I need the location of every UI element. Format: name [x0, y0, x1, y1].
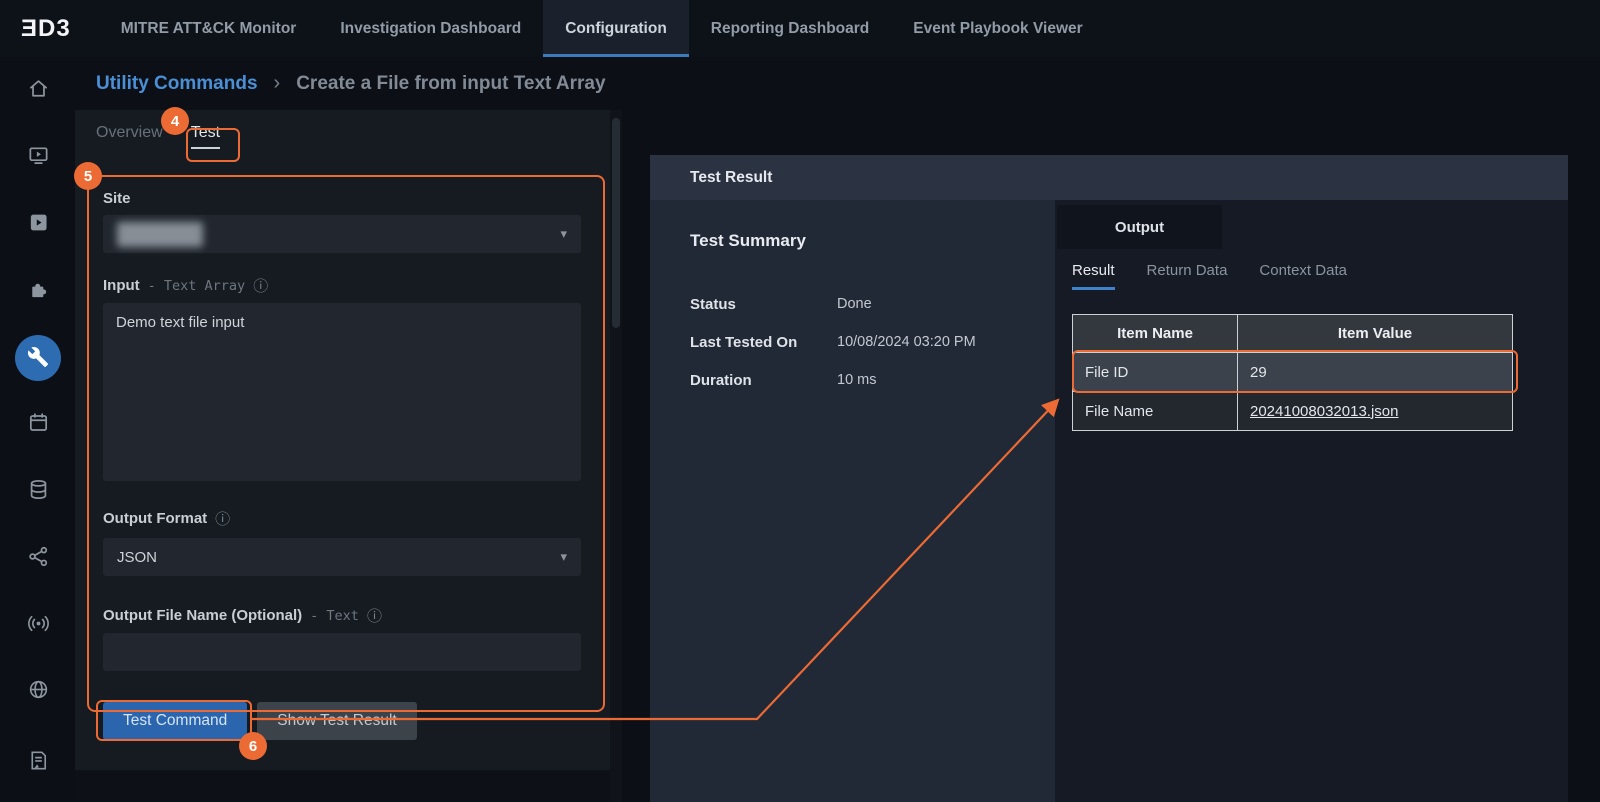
info-icon[interactable]: ⓘ: [215, 508, 230, 529]
summary-row-last-tested: Last Tested On 10/08/2024 03:20 PM: [690, 334, 1040, 351]
video-play-icon: [27, 211, 50, 237]
nav-investigation-dashboard[interactable]: Investigation Dashboard: [318, 0, 543, 57]
cell-file-id-value: 29: [1238, 353, 1513, 392]
chevron-down-icon: ▾: [560, 226, 567, 242]
breadcrumb: Utility Commands › Create a File from in…: [75, 57, 1600, 110]
icon-sidebar: [0, 57, 75, 802]
cell-file-id-name: File ID: [1073, 353, 1238, 392]
output-format-dropdown[interactable]: JSON ▾: [103, 538, 581, 576]
site-label: Site: [103, 190, 131, 207]
site-dropdown[interactable]: ▾: [103, 215, 581, 253]
calendar-icon: [27, 411, 50, 437]
tab-overview[interactable]: Overview: [96, 124, 163, 149]
sidebar-item-signals[interactable]: [15, 602, 61, 648]
sidebar-item-geo[interactable]: [15, 668, 61, 714]
monitor-play-icon: [27, 144, 50, 170]
nav-event-playbook-viewer[interactable]: Event Playbook Viewer: [891, 0, 1104, 57]
wrench-icon: [27, 346, 49, 371]
input-label: Input - Text Array ⓘ: [103, 275, 268, 296]
subtab-return-data[interactable]: Return Data: [1147, 262, 1228, 290]
file-name-link[interactable]: 20241008032013.json: [1250, 403, 1398, 420]
info-icon[interactable]: ⓘ: [253, 275, 268, 296]
output-result-table: Item Name Item Value File ID 29 File Nam…: [1072, 314, 1513, 431]
test-result-panel: Test Result Test Summary Status Done Las…: [650, 155, 1568, 802]
output-file-name-input[interactable]: [103, 633, 581, 671]
panel-bottom-strip: [75, 770, 610, 802]
input-textarea[interactable]: Demo text file input: [103, 303, 581, 481]
annotation-badge-5: 5: [74, 162, 102, 190]
info-icon[interactable]: ⓘ: [367, 605, 382, 626]
summary-row-status: Status Done: [690, 296, 1040, 313]
broadcast-icon: [27, 612, 50, 638]
annotation-badge-6: 6: [239, 732, 267, 760]
output-pane: Output Result Return Data Context Data I…: [1055, 200, 1568, 802]
puzzle-icon: [27, 278, 50, 304]
duration-value: 10 ms: [837, 372, 877, 389]
column-header-item-value: Item Value: [1238, 315, 1513, 353]
top-navigation-bar: ƎD3 MITRE ATT&CK Monitor Investigation D…: [0, 0, 1600, 57]
home-icon: [27, 77, 50, 103]
database-icon: [27, 478, 50, 504]
panel-tabs: Overview Test: [96, 124, 220, 149]
table-header-row: Item Name Item Value: [1073, 315, 1513, 353]
cell-file-name-name: File Name: [1073, 392, 1238, 431]
show-test-result-button[interactable]: Show Test Result: [257, 702, 416, 740]
sidebar-item-data[interactable]: [15, 468, 61, 514]
column-header-item-name: Item Name: [1073, 315, 1238, 353]
site-value-redacted: [117, 222, 203, 247]
test-command-button[interactable]: Test Command: [103, 702, 247, 740]
tab-output[interactable]: Output: [1057, 205, 1222, 249]
status-value: Done: [837, 296, 872, 313]
cell-file-name-value: 20241008032013.json: [1238, 392, 1513, 431]
annotation-badge-4: 4: [161, 107, 189, 135]
d3-logo: ƎD3: [0, 0, 99, 57]
output-file-name-label: Output File Name (Optional) - Text ⓘ: [103, 605, 382, 626]
tab-test[interactable]: Test: [191, 124, 220, 149]
sidebar-item-home[interactable]: [15, 67, 61, 113]
last-tested-value: 10/08/2024 03:20 PM: [837, 334, 976, 351]
sidebar-item-monitor[interactable]: [15, 134, 61, 180]
sidebar-item-utility-commands[interactable]: [15, 335, 61, 381]
breadcrumb-chevron-icon: ›: [274, 72, 281, 95]
table-row-file-id: File ID 29: [1073, 353, 1513, 392]
summary-row-duration: Duration 10 ms: [690, 372, 1040, 389]
top-nav-items: MITRE ATT&CK Monitor Investigation Dashb…: [99, 0, 1105, 57]
share-nodes-icon: [27, 545, 50, 571]
chevron-down-icon: ▾: [560, 549, 567, 565]
nav-reporting-dashboard[interactable]: Reporting Dashboard: [689, 0, 891, 57]
page-title: Create a File from input Text Array: [296, 73, 605, 95]
table-row-file-name: File Name 20241008032013.json: [1073, 392, 1513, 431]
breadcrumb-utility-commands[interactable]: Utility Commands: [96, 73, 258, 95]
sidebar-item-integrations[interactable]: [15, 268, 61, 314]
vertical-scrollbar[interactable]: [610, 110, 622, 802]
scrollbar-thumb[interactable]: [612, 118, 620, 328]
test-summary-title: Test Summary: [690, 231, 806, 251]
subtab-context-data[interactable]: Context Data: [1259, 262, 1347, 290]
input-type-hint: - Text Array: [148, 278, 246, 294]
command-test-panel: Overview Test Site ▾ Input - Text Array …: [75, 110, 610, 770]
report-document-icon: [27, 749, 50, 775]
sidebar-item-reports[interactable]: [15, 739, 61, 785]
test-result-header: Test Result: [650, 155, 1568, 200]
subtab-result[interactable]: Result: [1072, 262, 1115, 290]
nav-mitre-attack-monitor[interactable]: MITRE ATT&CK Monitor: [99, 0, 319, 57]
output-file-type-hint: - Text: [310, 608, 359, 624]
sidebar-item-playbooks[interactable]: [15, 201, 61, 247]
output-subtabs: Result Return Data Context Data: [1072, 262, 1347, 290]
globe-icon: [27, 678, 50, 704]
output-format-label: Output Format ⓘ: [103, 508, 230, 529]
sidebar-item-connections[interactable]: [15, 535, 61, 581]
nav-configuration[interactable]: Configuration: [543, 0, 689, 57]
sidebar-item-schedule[interactable]: [15, 401, 61, 447]
